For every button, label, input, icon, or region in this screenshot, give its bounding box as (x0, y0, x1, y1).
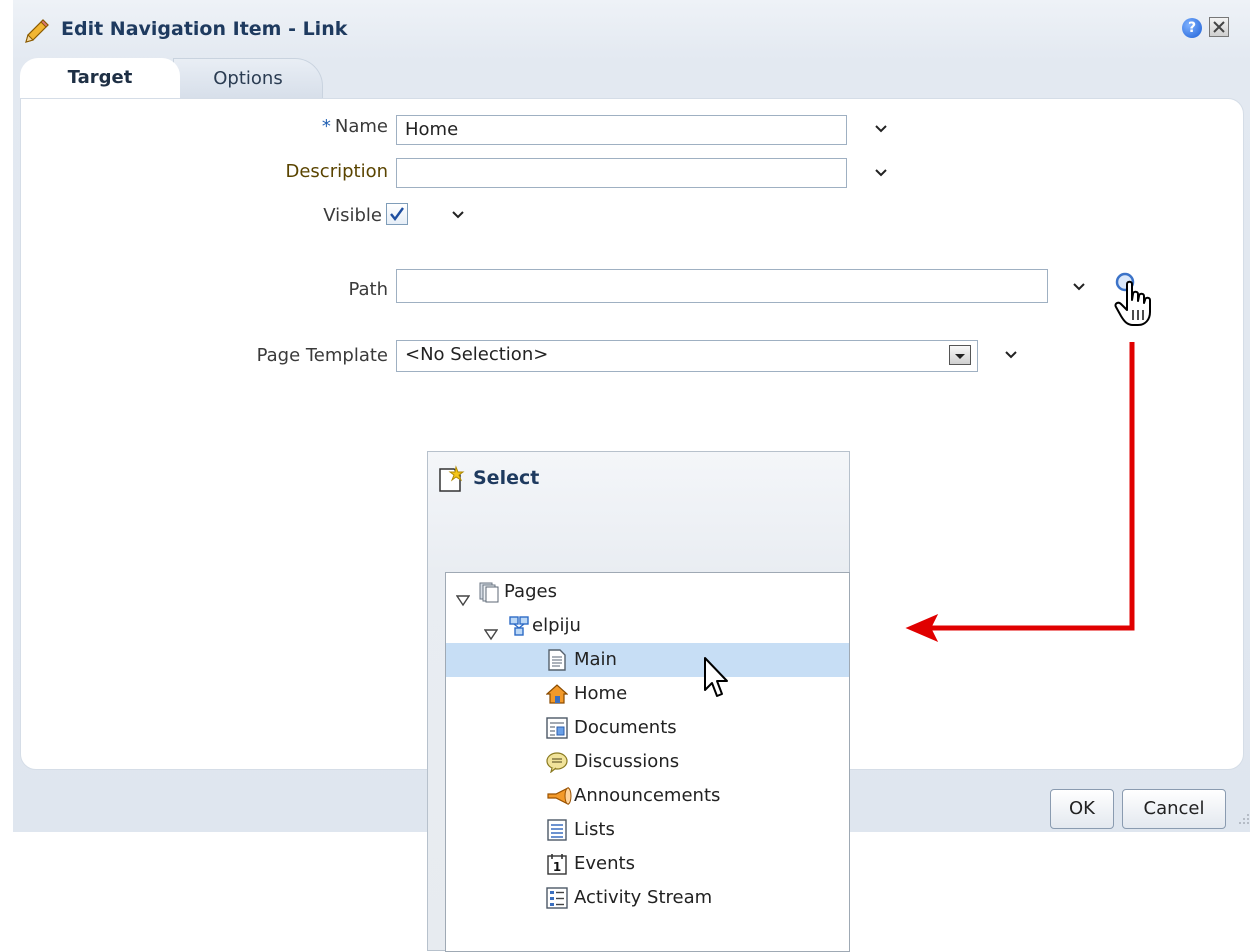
page-icon (546, 649, 568, 671)
new-page-icon (437, 465, 465, 493)
pencil-icon (22, 16, 52, 46)
select-popup: Select Pages elpiju Main Home Documents … (427, 451, 850, 952)
tree-node-label: Lists (574, 819, 615, 840)
resize-grip-icon[interactable] (1235, 812, 1250, 828)
name-input[interactable]: Home (396, 115, 847, 145)
activity-stream-icon (546, 887, 568, 909)
tab-options[interactable]: Options (173, 58, 323, 98)
cancel-button[interactable]: Cancel (1122, 789, 1226, 829)
page-template-label: Page Template (256, 345, 388, 366)
tree-node-announcements[interactable]: Announcements (446, 779, 849, 813)
tree-node-main[interactable]: Main (446, 643, 849, 677)
mouse-pointer-icon (704, 657, 728, 697)
expand-triangle-icon[interactable] (455, 585, 471, 607)
events-icon: 1 (546, 853, 568, 875)
tree-node-label: Main (574, 649, 617, 670)
description-input[interactable] (396, 158, 847, 188)
tree-node-label: Documents (574, 717, 677, 738)
discussions-icon (546, 751, 568, 774)
checkmark-icon (390, 207, 404, 221)
tree-node-label: Discussions (574, 751, 680, 772)
path-input[interactable] (396, 269, 1048, 303)
visible-chevron-down-icon[interactable] (450, 207, 466, 223)
documents-icon (546, 717, 568, 739)
visible-label: Visible (323, 205, 382, 226)
pages-icon (478, 581, 500, 603)
ok-button[interactable]: OK (1050, 789, 1114, 829)
tree-node-lists[interactable]: Lists (446, 813, 849, 847)
page-template-value: <No Selection> (405, 344, 549, 365)
tree-node-discussions[interactable]: Discussions (446, 745, 849, 779)
dialog-title: Edit Navigation Item - Link (61, 18, 348, 40)
tree-node-events[interactable]: 1 Events (446, 847, 849, 881)
name-chevron-down-icon[interactable] (873, 121, 889, 137)
expand-triangle-icon[interactable] (483, 619, 499, 641)
page-template-select[interactable]: <No Selection> (396, 340, 978, 372)
select-header: Select (428, 452, 849, 512)
dialog-titlebar: Edit Navigation Item - Link ? (13, 0, 1250, 60)
tree-node-label: Announcements (574, 785, 721, 806)
page-tree: Pages elpiju Main Home Documents Discuss… (445, 572, 850, 952)
tree-node-elpiju[interactable]: elpiju (446, 609, 849, 643)
tree-node-label: Pages (504, 581, 557, 602)
home-icon (545, 683, 569, 705)
tree-node-label: Home (574, 683, 628, 704)
description-label: Description (285, 161, 388, 182)
lists-icon (546, 819, 568, 841)
tree-node-label: elpiju (532, 615, 581, 636)
tree-node-label: Events (574, 853, 635, 874)
close-icon[interactable] (1209, 17, 1229, 37)
tree-node-documents[interactable]: Documents (446, 711, 849, 745)
tree-node-home[interactable]: Home (446, 677, 849, 711)
tree-node-pages[interactable]: Pages (446, 575, 849, 609)
tab-target[interactable]: Target (20, 58, 180, 98)
path-label: Path (348, 279, 388, 300)
hand-cursor-icon (1114, 280, 1151, 326)
announcements-icon (546, 785, 572, 807)
visible-checkbox[interactable] (386, 203, 408, 225)
select-title: Select (473, 467, 540, 489)
required-marker: * (321, 116, 331, 137)
description-chevron-down-icon[interactable] (873, 165, 889, 181)
annotation-arrow (905, 342, 1135, 642)
path-chevron-down-icon[interactable] (1071, 279, 1087, 295)
space-icon (508, 615, 530, 637)
tree-node-label: Activity Stream (574, 887, 713, 908)
tree-node-activity-stream[interactable]: Activity Stream (446, 881, 849, 915)
svg-text:1: 1 (553, 860, 561, 874)
name-label-text: Name (334, 116, 388, 137)
help-icon[interactable]: ? (1182, 18, 1202, 38)
name-label: * Name (200, 116, 388, 137)
